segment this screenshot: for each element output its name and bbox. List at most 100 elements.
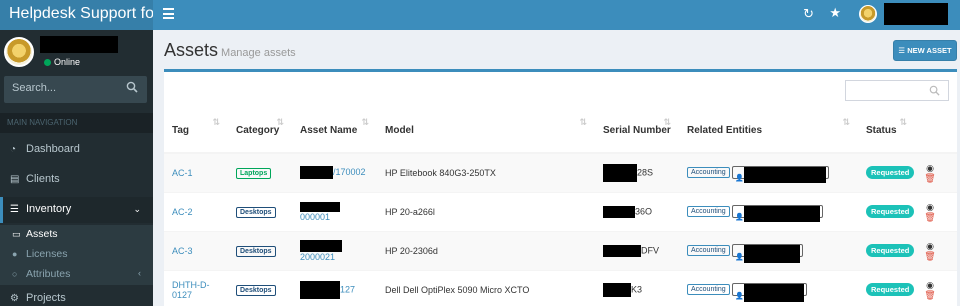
clients-icon: ▤	[10, 174, 20, 185]
user-entity-chip[interactable]: 👤	[732, 283, 807, 303]
dashboard-icon: ◔	[10, 144, 17, 155]
redacted-sidebar-user-name	[40, 36, 118, 53]
asset-name-link[interactable]: 000001	[300, 212, 330, 222]
user-icon: 👤	[735, 214, 744, 221]
user-icon: 👤	[735, 175, 744, 183]
row-actions: ◉ 🗑	[923, 163, 937, 183]
eye-icon[interactable]: ◉	[926, 241, 934, 251]
table-row: DHTH-D-0127 Desktops 127 Dell Dell OptiP…	[164, 269, 957, 306]
eye-icon[interactable]: ◉	[926, 280, 934, 290]
category-badge: Desktops	[236, 284, 276, 296]
list-icon: ☰	[898, 46, 906, 55]
col-status[interactable]: Status ⇅	[858, 109, 915, 154]
sort-icon: ⇅	[663, 117, 671, 127]
model-cell: HP 20-2306d	[377, 230, 595, 270]
asset-tag-link[interactable]: AC-3	[172, 246, 193, 256]
table-row: AC-1 Laptops /170002 HP Elitebook 840G3-…	[164, 152, 957, 192]
category-badge: Laptops	[236, 167, 272, 179]
col-tag[interactable]: Tag ⇅	[164, 109, 228, 154]
star-icon[interactable]: ★	[829, 5, 841, 21]
status-badge: Requested	[866, 283, 915, 297]
redacted-user	[743, 167, 826, 184]
asset-name-link[interactable]: /170002	[333, 167, 366, 177]
table-row: AC-2 Desktops 000001 HP 20-a266l 36O Acc…	[164, 191, 957, 231]
sidebar-item-assets[interactable]: ▭ Assets	[0, 225, 153, 245]
col-serial-number[interactable]: Serial Number ⇅	[595, 109, 679, 154]
status-badge: Requested	[866, 244, 915, 257]
entity-badge[interactable]: Accounting	[687, 167, 730, 179]
sort-icon: ⇅	[899, 117, 907, 127]
redacted-user-name[interactable]	[884, 3, 948, 25]
redacted-serial	[603, 163, 637, 182]
row-actions: ◉ 🗑	[923, 241, 937, 261]
col-model[interactable]: Model ⇅	[377, 109, 595, 154]
asset-tag-link[interactable]: DHTH-D-0127	[172, 280, 210, 300]
entity-badge[interactable]: Accounting	[687, 284, 730, 296]
redacted-user	[743, 245, 800, 263]
sidebar-item-dashboard[interactable]: ◔ Dashboard	[0, 137, 153, 163]
assets-table: Tag ⇅ Category ⇅ Asset Name ⇅ Model ⇅ Serial…	[164, 109, 957, 306]
refresh-icon[interactable]: ↻	[803, 6, 814, 22]
sidebar-search	[4, 76, 147, 103]
redacted-asset-name	[300, 280, 340, 299]
sort-icon: ⇅	[361, 117, 369, 127]
menu-toggle-icon[interactable]	[163, 8, 174, 19]
sidebar-item-projects[interactable]: ⚙ Projects	[0, 286, 153, 306]
user-entity-chip[interactable]: 👤	[732, 244, 803, 263]
new-asset-button[interactable]: ☰ NEW ASSET	[893, 40, 957, 61]
user-entity-chip[interactable]: 👤	[732, 166, 829, 184]
app-logo[interactable]: Helpdesk Support for	[0, 0, 153, 30]
trash-icon[interactable]: 🗑	[924, 212, 935, 222]
entity-badge[interactable]: Accounting	[687, 245, 730, 256]
inventory-icon: ☰	[10, 204, 19, 215]
page-subtitle: Manage assets	[221, 47, 296, 59]
asset-name-link[interactable]: 2000021	[300, 252, 335, 262]
model-cell: Dell Dell OptiPlex 5090 Micro XCTO	[377, 269, 595, 306]
chevron-down-icon: ⌄	[133, 204, 141, 214]
table-search-input[interactable]	[845, 80, 949, 101]
chevron-left-icon: ‹	[138, 268, 141, 278]
sort-icon: ⇅	[579, 117, 587, 127]
desktop-icon: ▭	[12, 229, 21, 239]
row-actions: ◉ 🗑	[923, 280, 937, 300]
model-cell: HP Elitebook 840G3-250TX	[377, 152, 595, 192]
col-actions	[915, 109, 957, 154]
col-asset-name[interactable]: Asset Name ⇅	[292, 109, 377, 154]
user-entity-chip[interactable]: 👤	[732, 205, 823, 222]
user-avatar[interactable]	[859, 5, 877, 23]
trash-icon[interactable]: 🗑	[924, 251, 935, 261]
online-status: Online	[44, 57, 80, 67]
redacted-serial	[603, 205, 635, 218]
category-badge: Desktops	[236, 206, 276, 218]
online-dot-icon	[44, 59, 51, 66]
redacted-serial	[603, 244, 641, 257]
redacted-serial	[603, 282, 631, 297]
circle-icon: ●	[12, 249, 18, 259]
table-header-row: Tag ⇅ Category ⇅ Asset Name ⇅ Model ⇅ Serial…	[164, 109, 957, 154]
circle-outline-icon: ○	[12, 269, 18, 279]
eye-icon[interactable]: ◉	[926, 202, 934, 212]
asset-tag-link[interactable]: AC-1	[172, 168, 193, 178]
search-input[interactable]	[4, 76, 119, 100]
sidebar-item-attributes[interactable]: ○ Attributes ‹	[0, 265, 153, 285]
sidebar-item-inventory[interactable]: ☰ Inventory ⌄	[0, 197, 153, 223]
search-icon[interactable]	[126, 81, 138, 93]
search-icon	[929, 85, 940, 96]
top-navbar: ↻ ★	[153, 0, 960, 30]
redacted-asset-name	[300, 201, 340, 212]
table-row: AC-3 Desktops 2000021 HP 20-2306d DFV Ac…	[164, 230, 957, 270]
redacted-user	[743, 284, 804, 303]
trash-icon[interactable]: 🗑	[924, 290, 935, 300]
col-category[interactable]: Category ⇅	[228, 109, 292, 154]
asset-tag-link[interactable]: AC-2	[172, 207, 193, 217]
asset-name-link[interactable]: 127	[340, 284, 355, 294]
sidebar-item-licenses[interactable]: ● Licenses	[0, 245, 153, 265]
eye-icon[interactable]: ◉	[926, 163, 934, 173]
status-badge: Requested	[866, 166, 915, 180]
sidebar-item-clients[interactable]: ▤ Clients	[0, 167, 153, 193]
redacted-asset-name	[300, 166, 333, 180]
entity-badge[interactable]: Accounting	[687, 206, 730, 217]
col-related-entities[interactable]: Related Entities ⇅	[679, 109, 858, 154]
trash-icon[interactable]: 🗑	[924, 173, 935, 183]
sort-ascending-icon: ⇅	[212, 117, 220, 127]
